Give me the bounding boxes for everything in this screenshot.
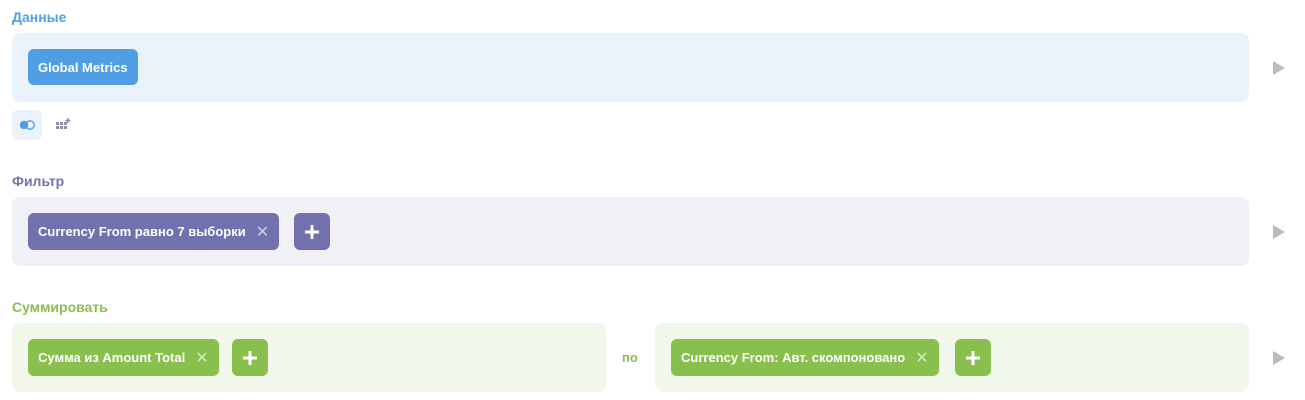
- summarize-section-label: Суммировать: [12, 299, 108, 315]
- breakout-panel[interactable]: Currency From: Авт. скомпоновано ✕: [655, 323, 1249, 392]
- add-filter-button[interactable]: [294, 213, 330, 250]
- metric-pill-label: Сумма из Amount Total: [38, 350, 186, 365]
- filter-pill-label: Currency From равно 7 выборки: [38, 224, 246, 239]
- filter-expand-arrow-icon[interactable]: [1273, 225, 1285, 239]
- add-metric-button[interactable]: [232, 339, 268, 376]
- data-section-label: Данные: [12, 9, 67, 25]
- metric-pill[interactable]: Сумма из Amount Total ✕: [28, 339, 219, 376]
- breakout-pill[interactable]: Currency From: Авт. скомпоновано ✕: [671, 339, 939, 376]
- close-icon[interactable]: ✕: [256, 222, 269, 242]
- close-icon[interactable]: ✕: [915, 348, 928, 368]
- custom-column-button[interactable]: [48, 110, 78, 140]
- plus-icon: [966, 350, 980, 365]
- plus-icon: [243, 350, 257, 365]
- add-grid-icon: [56, 118, 71, 129]
- filter-pill[interactable]: Currency From равно 7 выборки ✕: [28, 213, 280, 250]
- filter-panel[interactable]: Currency From равно 7 выборки ✕: [12, 197, 1249, 266]
- toggle-icon: [19, 120, 35, 130]
- filter-section-label: Фильтр: [12, 173, 65, 189]
- data-source-name: Global Metrics: [38, 59, 128, 75]
- data-source-panel[interactable]: Global Metrics: [12, 33, 1249, 102]
- by-label: по: [622, 350, 638, 365]
- plus-icon: [305, 224, 319, 239]
- data-source-pill[interactable]: Global Metrics: [28, 49, 138, 85]
- join-toggle-button[interactable]: [12, 110, 42, 140]
- add-breakout-button[interactable]: [955, 339, 991, 376]
- close-icon[interactable]: ✕: [195, 348, 208, 368]
- data-expand-arrow-icon[interactable]: [1273, 61, 1285, 75]
- metric-panel[interactable]: Сумма из Amount Total ✕: [12, 323, 606, 392]
- summarize-expand-arrow-icon[interactable]: [1273, 351, 1285, 365]
- breakout-pill-label: Currency From: Авт. скомпоновано: [681, 350, 906, 365]
